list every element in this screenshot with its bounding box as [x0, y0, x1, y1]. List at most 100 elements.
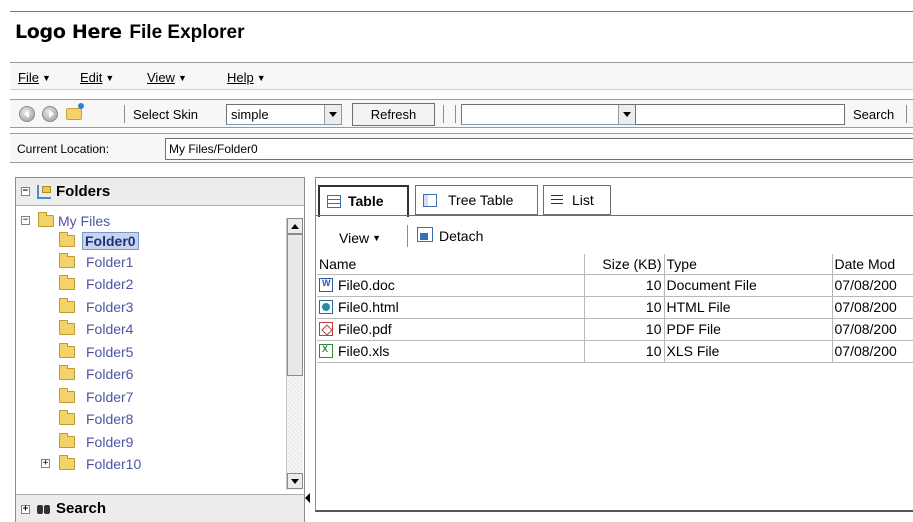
- scroll-down-icon[interactable]: [287, 473, 303, 489]
- collapse-left-pane-icon[interactable]: [305, 493, 310, 503]
- chevron-down-icon[interactable]: [324, 105, 341, 124]
- folders-icon: [37, 185, 51, 199]
- tree-label: Folder6: [86, 366, 134, 382]
- file-size: 10: [584, 340, 665, 363]
- detach-icon[interactable]: [417, 227, 433, 242]
- tree-label: Folder2: [86, 276, 134, 292]
- tab-label: List: [572, 192, 594, 208]
- collapse-icon[interactable]: −: [21, 187, 30, 196]
- menu-bar: File ▼ Edit ▼ View ▼ Help ▼: [10, 62, 913, 90]
- right-pane: Table Tree Table List View ▼ Detach Name …: [315, 177, 913, 512]
- skin-label: Select Skin: [133, 107, 199, 122]
- detach-button[interactable]: Detach: [439, 228, 483, 244]
- tree-label: Folder3: [86, 299, 134, 315]
- list-icon: [551, 194, 563, 207]
- up-folder-icon[interactable]: [66, 103, 84, 120]
- file-name-cell: File0.html: [317, 296, 585, 319]
- chevron-down-icon: ▼: [256, 73, 266, 83]
- folder-icon: [59, 298, 75, 313]
- filter-select[interactable]: [461, 104, 636, 125]
- folder-icon: [59, 253, 75, 268]
- header-divider: [10, 11, 913, 12]
- folder-icon: [59, 320, 75, 335]
- folder-icon: [59, 232, 75, 247]
- skin-select[interactable]: simple: [226, 104, 342, 125]
- search-input[interactable]: [635, 104, 845, 125]
- view-menu-button[interactable]: View ▼: [339, 230, 381, 246]
- table-row[interactable]: File0.pdf 10 PDF File 07/08/200: [317, 318, 913, 341]
- table-row[interactable]: File0.html 10 HTML File 07/08/200: [317, 296, 913, 319]
- tree-label: Folder8: [86, 411, 134, 427]
- file-name: File0.doc: [338, 277, 395, 293]
- file-type: PDF File: [664, 318, 833, 341]
- tab-list[interactable]: List: [543, 185, 611, 215]
- column-header-name[interactable]: Name: [317, 254, 585, 275]
- scroll-thumb[interactable]: [287, 234, 303, 376]
- refresh-button[interactable]: Refresh: [352, 103, 435, 126]
- menu-edit[interactable]: Edit ▼: [80, 70, 114, 85]
- column-header-date[interactable]: Date Mod: [832, 254, 913, 275]
- binoculars-icon: [37, 502, 51, 516]
- pdf-file-icon: [319, 322, 333, 336]
- file-date: 07/08/200: [832, 296, 913, 319]
- file-date: 07/08/200: [832, 274, 913, 297]
- table-header-row: Name Size (KB) Type Date Mod: [317, 254, 913, 275]
- folder-tree: − My Files Folder0 Folder1 Folder2 Folde…: [16, 207, 286, 493]
- tree-scrollbar[interactable]: [286, 218, 303, 490]
- folders-pane-header[interactable]: − Folders: [16, 178, 304, 206]
- file-size: 10: [584, 274, 665, 297]
- file-type: Document File: [664, 274, 833, 297]
- search-header-label: Search: [56, 500, 107, 517]
- file-name: File0.xls: [338, 343, 390, 359]
- collapse-icon[interactable]: −: [21, 216, 30, 225]
- menu-view[interactable]: View ▼: [147, 70, 187, 85]
- tab-tree-table[interactable]: Tree Table: [415, 185, 538, 215]
- toolbar-divider: [455, 105, 456, 123]
- tree-label: Folder10: [86, 456, 142, 472]
- app-name: File Explorer: [129, 22, 245, 43]
- table-row[interactable]: File0.doc 10 Document File 07/08/200: [317, 274, 913, 297]
- back-icon[interactable]: [19, 106, 35, 122]
- column-header-type[interactable]: Type: [664, 254, 833, 275]
- scroll-up-icon[interactable]: [287, 218, 303, 234]
- tab-strip-divider: [316, 215, 913, 216]
- word-doc-icon: [319, 278, 333, 292]
- toolbar-divider: [124, 105, 125, 123]
- location-field[interactable]: My Files/Folder0: [165, 138, 913, 160]
- tree-label: Folder7: [86, 389, 134, 405]
- location-label: Current Location:: [17, 142, 110, 156]
- toolbar-divider: [906, 105, 907, 123]
- folder-icon: [59, 433, 75, 448]
- file-type: HTML File: [664, 296, 833, 319]
- tab-label: Table: [348, 193, 384, 209]
- column-header-size[interactable]: Size (KB): [584, 254, 665, 275]
- file-table: Name Size (KB) Type Date Mod File0.doc 1…: [317, 254, 913, 363]
- folder-icon: [59, 365, 75, 380]
- file-name-cell: File0.doc: [317, 274, 585, 297]
- chevron-down-icon: ▼: [41, 73, 51, 83]
- chevron-down-icon[interactable]: [618, 105, 635, 124]
- folder-icon: [59, 275, 75, 290]
- tab-table[interactable]: Table: [318, 185, 409, 217]
- left-pane: − Folders − My Files Folder0 Folder1 Fol…: [15, 177, 305, 522]
- menu-edit-label: Edit: [80, 70, 103, 85]
- toolbar-divider: [443, 105, 444, 123]
- file-name: File0.html: [338, 299, 399, 315]
- folders-header-label: Folders: [56, 183, 111, 200]
- expand-icon[interactable]: +: [21, 505, 30, 514]
- menu-help[interactable]: Help ▼: [227, 70, 266, 85]
- table-row[interactable]: File0.xls 10 XLS File 07/08/200: [317, 340, 913, 363]
- file-date: 07/08/200: [832, 318, 913, 341]
- menu-file[interactable]: File ▼: [18, 70, 51, 85]
- folder-icon: [59, 455, 75, 470]
- chevron-down-icon: ▼: [177, 73, 187, 83]
- logo-text: Logo Here: [15, 21, 122, 43]
- forward-icon[interactable]: [42, 106, 58, 122]
- search-button[interactable]: Search: [853, 107, 894, 122]
- file-name: File0.pdf: [338, 321, 392, 337]
- tree-label: Folder1: [86, 254, 134, 270]
- expand-icon[interactable]: +: [41, 459, 50, 468]
- search-pane-header[interactable]: + Search: [16, 494, 304, 522]
- folder-icon: [59, 343, 75, 358]
- toolbar: Select Skin simple Refresh Search: [10, 99, 913, 128]
